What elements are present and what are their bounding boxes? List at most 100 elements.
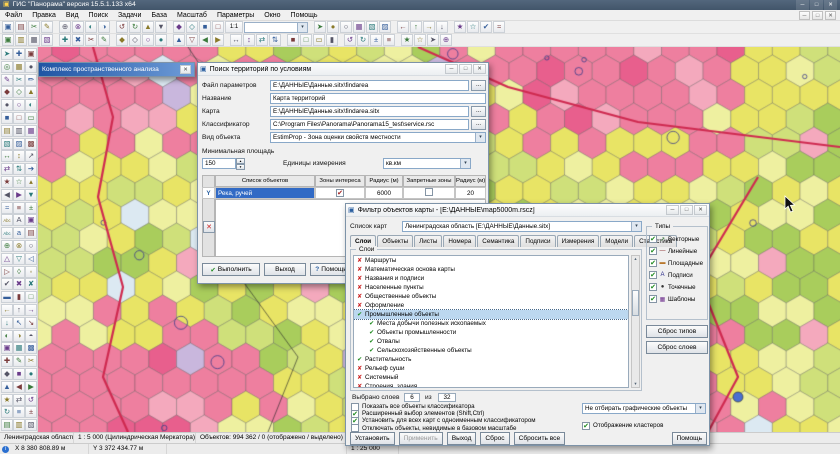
toolbar-icon[interactable]: ▣: [2, 21, 14, 33]
toolbar-icon[interactable]: ○: [142, 34, 154, 46]
left-toolbar-icon[interactable]: ⇄: [13, 394, 25, 406]
toolbar-icon[interactable]: ✚: [59, 34, 71, 46]
dialog-titlebar[interactable]: ▣ Фильтр объектов карты - [E:\ДАННЫЕ\map…: [346, 204, 709, 217]
left-toolbar-icon[interactable]: ▥: [13, 419, 25, 431]
menu-item-Параметры[interactable]: Параметры: [212, 10, 259, 21]
type-checkbox[interactable]: ✔: [649, 259, 657, 267]
layer-cross-icon[interactable]: ✘: [356, 366, 363, 372]
toolbar-icon[interactable]: ▭: [313, 34, 325, 46]
layer-item[interactable]: ✘Населенные пункты: [354, 283, 628, 292]
left-toolbar-icon[interactable]: ≈: [1, 202, 13, 214]
toolbar-icon[interactable]: ▲: [142, 21, 154, 33]
toolbar-icon[interactable]: ▦: [353, 21, 365, 33]
type-checkbox[interactable]: ✔: [649, 235, 657, 243]
left-toolbar-icon[interactable]: ◐: [1, 330, 13, 342]
toolbar-icon[interactable]: ▥: [15, 34, 27, 46]
left-toolbar-icon[interactable]: ◁: [25, 253, 37, 265]
toolbar-icon[interactable]: ≡: [383, 34, 395, 46]
left-toolbar-icon[interactable]: ▤: [1, 419, 13, 431]
layer-cross-icon[interactable]: ✘: [356, 285, 363, 291]
toolbar-icon[interactable]: →: [423, 21, 435, 33]
toolbar-icon[interactable]: ■: [287, 34, 299, 46]
left-toolbar-icon[interactable]: ➤: [1, 48, 13, 60]
toolbar-icon[interactable]: ■: [199, 21, 211, 33]
name-input[interactable]: Карта территорий: [270, 93, 486, 104]
toolbar-icon[interactable]: ★: [401, 34, 413, 46]
left-toolbar-icon[interactable]: ▧: [1, 138, 13, 150]
button-Сбросить все[interactable]: Сбросить все: [514, 432, 566, 445]
toolbar-icon[interactable]: ✂: [28, 21, 40, 33]
toolbar-icon[interactable]: ○: [340, 21, 352, 33]
toolbar-icon[interactable]: ◑: [98, 21, 110, 33]
layer-item[interactable]: ✘Системный: [354, 373, 628, 382]
left-toolbar-icon[interactable]: ▬: [1, 291, 13, 303]
left-toolbar-icon[interactable]: □: [25, 291, 37, 303]
option-row[interactable]: Отключать объекты, невидимые в базовом м…: [351, 425, 579, 432]
left-toolbar-icon[interactable]: ✚: [1, 355, 13, 367]
interest-zone-cell[interactable]: ✔: [315, 187, 365, 199]
toolbar-icon[interactable]: ▧: [366, 21, 378, 33]
left-toolbar-icon[interactable]: ▤: [1, 125, 13, 137]
left-toolbar-icon[interactable]: →: [25, 304, 37, 316]
left-toolbar-icon[interactable]: ■: [13, 368, 25, 380]
option-row[interactable]: ✔Установить для всех карт с одноименным …: [351, 417, 579, 424]
left-toolbar-icon[interactable]: ↻: [1, 406, 13, 418]
left-toolbar-icon[interactable]: ▥: [13, 125, 25, 137]
toolbar-icon[interactable]: ↻: [129, 21, 141, 33]
toolbar-icon[interactable]: ▽: [186, 34, 198, 46]
menu-item-Помощь[interactable]: Помощь: [286, 10, 323, 21]
toolbar-icon[interactable]: ▲: [173, 34, 185, 46]
tab-Листы[interactable]: Листы: [414, 235, 442, 247]
toolbar-icon[interactable]: ▧: [41, 34, 53, 46]
type-checkbox[interactable]: ✔: [649, 295, 657, 303]
type-item[interactable]: ✔—Линейные: [649, 245, 706, 257]
left-toolbar-icon[interactable]: ↺: [25, 394, 37, 406]
left-toolbar-icon[interactable]: ◦: [25, 266, 37, 278]
left-toolbar-icon[interactable]: ○: [13, 99, 25, 111]
left-toolbar-icon[interactable]: ◑: [13, 330, 25, 342]
left-toolbar-icon[interactable]: ◊: [13, 266, 25, 278]
reset-layers-button[interactable]: Сброс слоев: [646, 341, 708, 354]
toolbar-icon[interactable]: □: [212, 21, 224, 33]
table-row-object-name[interactable]: Река, ручей: [215, 187, 315, 199]
toolbar-icon[interactable]: ←: [397, 21, 409, 33]
left-toolbar-icon[interactable]: a: [13, 227, 25, 239]
menu-item-Файл[interactable]: Файл: [0, 10, 27, 21]
left-toolbar-icon[interactable]: ✎: [13, 355, 25, 367]
left-toolbar-icon[interactable]: ≡: [13, 406, 25, 418]
run-button[interactable]: ✔ Выполнить: [202, 263, 260, 276]
left-toolbar-icon[interactable]: ●: [1, 99, 13, 111]
toolbar-icon[interactable]: ⇅: [269, 34, 281, 46]
reset-types-button[interactable]: Сброс типов: [646, 325, 708, 338]
min-area-input[interactable]: 150: [202, 158, 236, 169]
classifier-input[interactable]: C:\Program Files\Panorama\Panorama15_tes…: [270, 119, 469, 130]
left-toolbar-icon[interactable]: ➔: [25, 163, 37, 175]
type-item[interactable]: ✔▦Шаблоны: [649, 293, 706, 305]
left-toolbar-icon[interactable]: ▩: [25, 138, 37, 150]
left-toolbar-icon[interactable]: ⊗: [13, 240, 25, 252]
left-toolbar-icon[interactable]: ▣: [1, 342, 13, 354]
min-area-spinner[interactable]: ▴ ▾: [236, 158, 245, 169]
layer-cross-icon[interactable]: ✘: [356, 303, 363, 309]
graphic-objects-combo[interactable]: Не отбирать графические объекты▾: [582, 403, 706, 414]
minimize-button[interactable]: ─: [666, 205, 679, 215]
scale-combo[interactable]: ▾: [244, 22, 308, 33]
scale-1-1-button[interactable]: 1:1: [225, 21, 243, 33]
units-combo[interactable]: кв.км▾: [383, 158, 471, 169]
param-file-input[interactable]: E:\ДАННЫЕ\Данные.sitx\findarea: [270, 80, 469, 91]
left-toolbar-icon[interactable]: ⇄: [1, 163, 13, 175]
toolbar-icon[interactable]: ◇: [186, 21, 198, 33]
toolbar-icon[interactable]: ✔: [480, 21, 492, 33]
left-toolbar-icon[interactable]: ↕: [13, 150, 25, 162]
browse-map-button[interactable]: ...: [471, 106, 486, 117]
layer-cross-icon[interactable]: ✘: [356, 384, 363, 389]
toolbar-icon[interactable]: ⇄: [256, 34, 268, 46]
toolbar-icon[interactable]: ▼: [155, 21, 167, 33]
layer-cross-icon[interactable]: ✘: [356, 276, 363, 282]
left-toolbar-icon[interactable]: ▲: [25, 86, 37, 98]
close-button[interactable]: ✕: [824, 0, 837, 10]
toolbar-icon[interactable]: ●: [327, 21, 339, 33]
menu-item-Задачи[interactable]: Задачи: [113, 10, 147, 21]
left-toolbar-icon[interactable]: ★: [1, 394, 13, 406]
layer-item[interactable]: ✘Рельеф суши: [354, 364, 628, 373]
